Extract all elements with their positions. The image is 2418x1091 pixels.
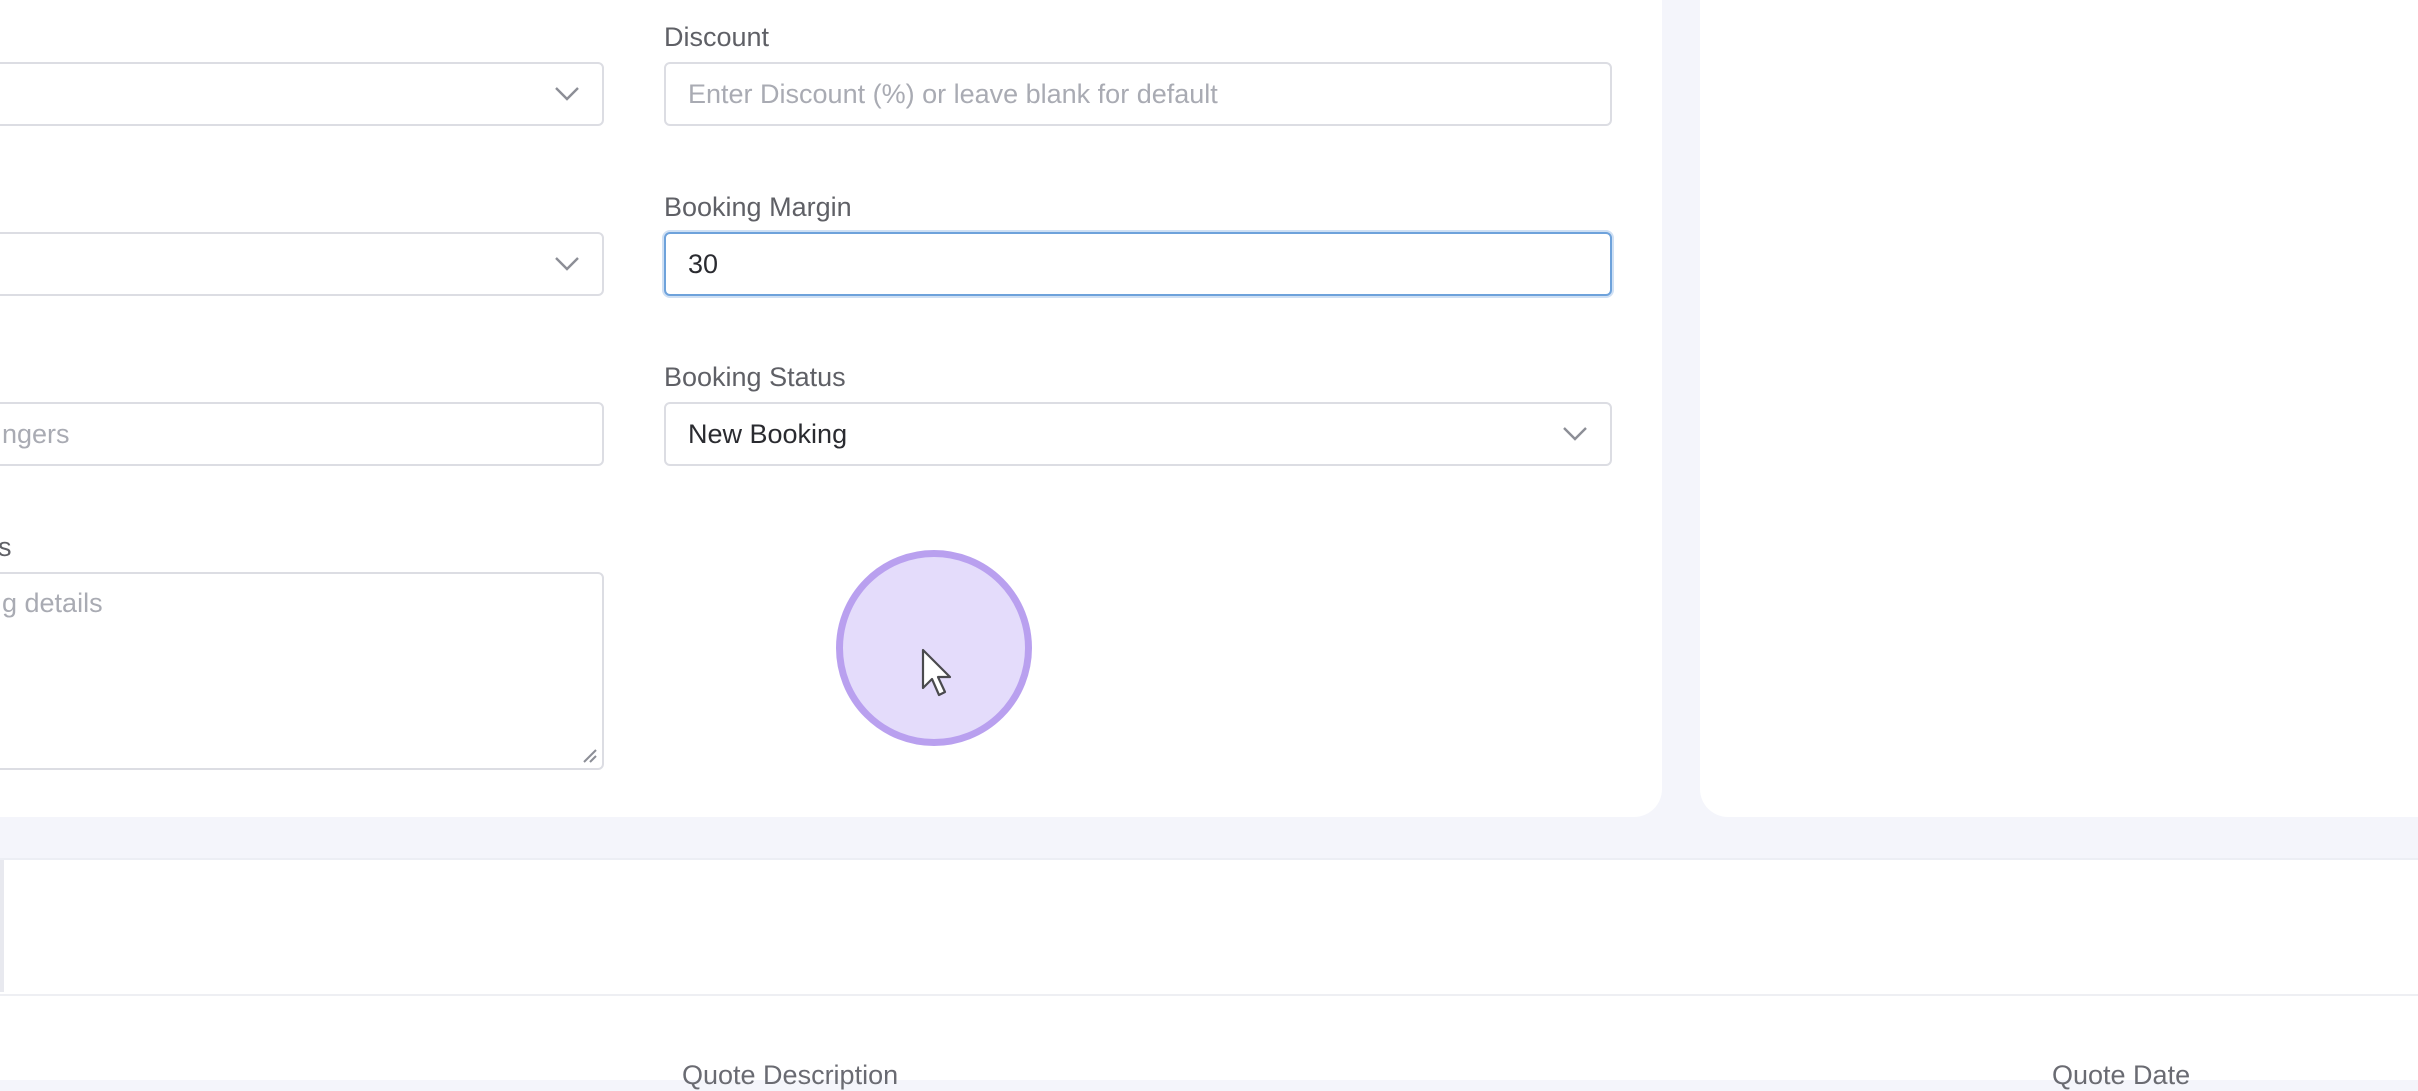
chevron-down-icon — [555, 257, 579, 271]
details-label: s — [0, 532, 12, 562]
discount-label: Discount — [664, 22, 770, 52]
passengers-input[interactable]: ngers — [0, 402, 604, 466]
passengers-placeholder: ngers — [2, 418, 70, 449]
side-panel-card — [1700, 0, 2418, 817]
quotes-section: Quote Description Quote Date — [0, 858, 2418, 1090]
booking-status-label: Booking Status — [664, 362, 846, 392]
column-header-quote-date[interactable]: Quote Date — [2052, 1060, 2190, 1091]
details-placeholder: g details — [2, 588, 103, 618]
booking-margin-input[interactable]: 30 — [664, 232, 1612, 296]
details-textarea[interactable]: g details — [0, 572, 604, 770]
chevron-down-icon — [1563, 427, 1587, 441]
booking-status-select[interactable]: New Booking — [664, 402, 1612, 466]
column-header-quote-description[interactable]: Quote Description — [682, 1060, 898, 1091]
discount-input[interactable]: Enter Discount (%) or leave blank for de… — [664, 62, 1612, 126]
booking-status-value: New Booking — [688, 418, 848, 449]
booking-margin-value: 30 — [688, 248, 719, 279]
left-select-2[interactable] — [0, 232, 604, 296]
tab-edge — [0, 860, 4, 992]
resize-handle-icon[interactable] — [580, 746, 598, 764]
booking-margin-label: Booking Margin — [664, 192, 852, 222]
mouse-pointer-icon — [921, 648, 952, 697]
left-select-1[interactable] — [0, 62, 604, 126]
chevron-down-icon — [555, 87, 579, 101]
section-divider — [0, 994, 2418, 996]
discount-placeholder: Enter Discount (%) or leave blank for de… — [688, 78, 1218, 109]
